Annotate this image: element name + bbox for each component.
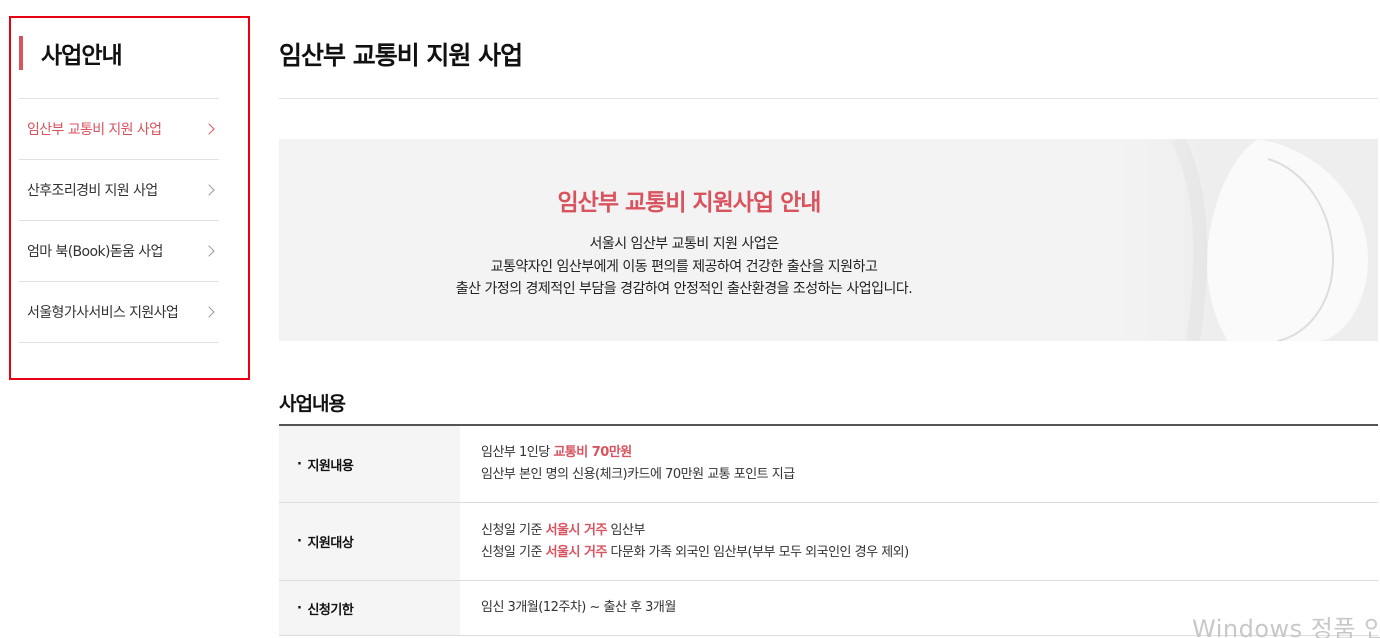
bullet: · [297,534,302,549]
sidebar-item-mom-book[interactable]: 엄마 북(Book)돋움 사업 [19,221,219,282]
intro-banner: 임산부 교통비 지원사업 안내 서울시 임산부 교통비 지원 사업은 교통약자인… [279,139,1378,341]
bullet: · [297,600,302,616]
row-header: · 지원내용 [279,426,460,502]
text: 다문화 가족 외국인 임산부(부부 모두 외국인인 경우 제외) [606,544,910,560]
title-accent-bar [19,36,23,70]
row-header-label: 신청기한 [307,602,354,618]
banner-text-line: 서울시 임산부 교통비 지원 사업은 [589,236,779,252]
chevron-right-icon [203,245,215,257]
text: 임산부 1인당 [481,445,554,460]
sidebar-item-housekeeping[interactable]: 서울형가사서비스 지원사업 [19,282,219,343]
bullet: · [297,456,302,472]
text: 신청일 기준 [481,522,546,538]
content-line: 임산부 1인당 교통비 70만원 [481,442,1378,464]
content-line: 신청일 기준 서울시 거주 임산부 [481,520,1378,542]
sidebar-item-postpartum-care[interactable]: 산후조리경비 지원 사업 [19,160,219,221]
row-header-label: 지원내용 [307,458,354,474]
banner-text-line: 교통약자인 임산부에게 이동 편의를 제공하여 건강한 출산을 지원하고 [490,259,878,275]
pregnant-belly-illustration [1118,139,1378,341]
row-header: · 지원대상 [279,503,460,580]
text: 신청일 기준 [481,544,546,560]
windows-activation-watermark: Windows 정품 인 [1192,615,1380,638]
row-content: 신청일 기준 서울시 거주 임산부 신청일 기준 서울시 거주 다문화 가족 외… [460,503,1378,580]
sidebar-item-pregnant-transport[interactable]: 임산부 교통비 지원 사업 [19,99,219,160]
highlight-text: 서울시 거주 [545,544,608,560]
content-line: 임산부 본인 명의 신용(체크)카드에 70만원 교통 포인트 지급 [481,467,795,482]
sidebar-header: 사업안내 [19,36,123,70]
sidebar-nav: 임산부 교통비 지원 사업 산후조리경비 지원 사업 엄마 북(Book)돋움 … [19,98,219,343]
sidebar-item-label: 서울형가사서비스 지원사업 [27,305,179,321]
section-title: 사업내용 [279,393,346,415]
chevron-right-icon [203,306,215,318]
sidebar-highlight-box: 사업안내 임산부 교통비 지원 사업 산후조리경비 지원 사업 엄마 북(Boo… [9,16,250,380]
row-header: · 신청기한 [279,581,460,635]
sidebar-item-label: 산후조리경비 지원 사업 [27,183,158,199]
table-row: · 지원대상 신청일 기준 서울시 거주 임산부 신청일 기준 서울시 거주 다… [279,503,1378,581]
content-line: 신청일 기준 서울시 거주 다문화 가족 외국인 임산부(부부 모두 외국인인 … [481,542,1378,564]
table-row: · 지원내용 임산부 1인당 교통비 70만원 임산부 본인 명의 신용(체크)… [279,426,1378,503]
business-info-table: · 지원내용 임산부 1인당 교통비 70만원 임산부 본인 명의 신용(체크)… [279,424,1378,636]
banner-heading: 임산부 교통비 지원사업 안내 [557,190,822,216]
highlight-text: 서울시 거주 [545,522,608,538]
chevron-right-icon [203,184,215,196]
sidebar-item-label: 임산부 교통비 지원 사업 [27,122,162,138]
sidebar-item-label: 엄마 북(Book)돋움 사업 [27,244,163,260]
highlight-text: 교통비 70만원 [553,445,632,460]
row-header-label: 지원대상 [307,536,354,551]
row-content: 임산부 1인당 교통비 70만원 임산부 본인 명의 신용(체크)카드에 70만… [460,426,1378,502]
text: 임산부 [606,522,646,538]
sidebar-title: 사업안내 [41,43,123,69]
page-title: 임산부 교통비 지원 사업 [279,41,523,70]
title-divider [279,98,1378,99]
banner-text-line: 출산 가정의 경제적인 부담을 경감하여 안정적인 출산환경을 조성하는 사업입… [455,281,913,297]
chevron-right-icon [203,123,215,135]
